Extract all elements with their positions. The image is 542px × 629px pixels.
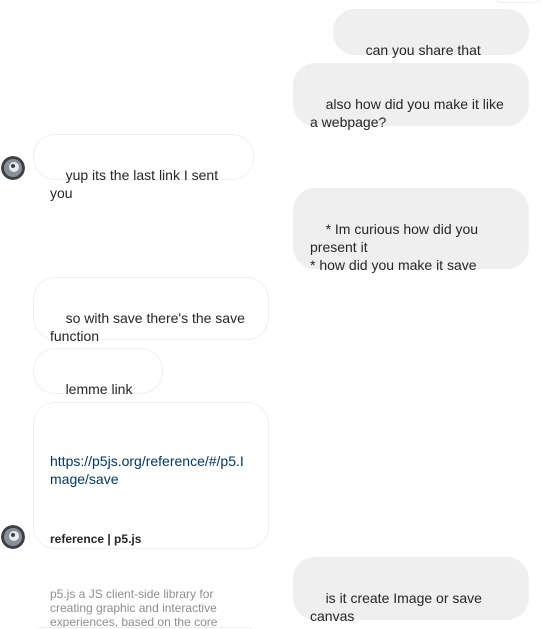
outgoing-message[interactable]: can you share that code? <box>333 9 529 76</box>
avatar-icon[interactable] <box>1 156 25 180</box>
message-text: yup its the last link I sent you <box>50 167 222 201</box>
incoming-message[interactable]: yup its the last link I sent you <box>33 134 254 201</box>
link-url[interactable]: https://p5js.org/reference/#/p5.Image/sa… <box>50 452 252 488</box>
message-text: so with save there's the save function <box>50 310 249 344</box>
outgoing-message[interactable]: * Im curious how did you present it * ho… <box>293 188 529 273</box>
outgoing-message[interactable]: is it create Image or save canvas <box>293 557 529 624</box>
message-text: also how did you make it like a webpage? <box>310 96 508 130</box>
incoming-message[interactable]: lemme link you <box>33 348 163 415</box>
clipped-message-bubble[interactable] <box>493 0 542 3</box>
link-preview-description: p5.js a JS client-side library for creat… <box>50 587 218 629</box>
outgoing-message[interactable]: also how did you make it like a webpage? <box>293 63 529 130</box>
avatar-icon[interactable] <box>1 525 25 549</box>
message-text: * Im curious how did you present it * ho… <box>310 221 479 273</box>
incoming-message[interactable]: so with save there's the save function <box>33 277 269 344</box>
link-preview-message[interactable]: https://p5js.org/reference/#/p5.Image/sa… <box>33 402 269 629</box>
message-thread: can you share that code? also how did yo… <box>0 0 542 629</box>
link-preview-title: reference | p5.js <box>50 532 142 546</box>
message-text: is it create Image or save canvas <box>310 590 486 624</box>
